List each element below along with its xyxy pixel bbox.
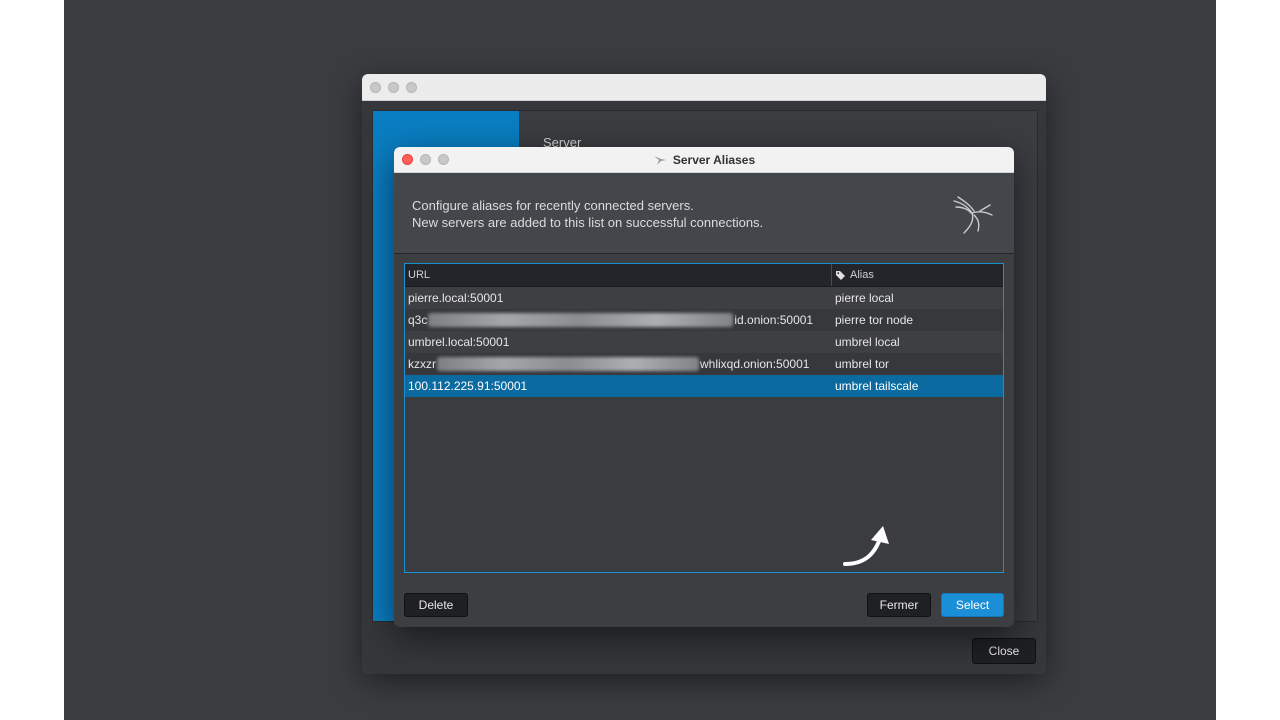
column-header-url[interactable]: URL [405, 264, 832, 286]
dialog-title-text: Server Aliases [672, 152, 756, 167]
table-body: pierre.local:50001 pierre local q3c id.o… [405, 287, 1003, 397]
url-text-start: q3c [408, 313, 428, 327]
url-cell[interactable]: 100.112.225.91:50001 [405, 375, 832, 397]
url-text: pierre.local:50001 [408, 291, 504, 305]
curved-arrow-icon [843, 526, 889, 566]
table-row[interactable]: pierre.local:50001 pierre local [405, 287, 1003, 309]
url-text-end: id.onion:50001 [734, 313, 814, 327]
alias-cell[interactable]: umbrel tailscale [832, 375, 1003, 397]
column-header-alias[interactable]: Alias [832, 264, 1003, 286]
dialog-title: Server Aliases [653, 153, 755, 167]
column-header-alias-label: Alias [850, 269, 874, 281]
url-cell[interactable]: kzxzr whlixqd.onion:50001 [405, 353, 832, 375]
dialog-close-window-button[interactable] [402, 154, 413, 165]
redacted-url-segment [428, 313, 734, 327]
window-controls [370, 82, 417, 93]
zoom-window-button[interactable] [406, 82, 417, 93]
table-row-selected[interactable]: 100.112.225.91:50001 umbrel tailscale [405, 375, 1003, 397]
description-line-1: Configure aliases for recently connected… [412, 198, 694, 213]
dialog-titlebar: Server Aliases [394, 147, 1014, 173]
redacted-url-segment [437, 357, 699, 371]
url-cell[interactable]: umbrel.local:50001 [405, 331, 832, 353]
url-text: umbrel.local:50001 [408, 335, 510, 349]
dialog-header: Configure aliases for recently connected… [394, 173, 1014, 254]
table-row[interactable]: q3c id.onion:50001 pierre tor node [405, 309, 1003, 331]
url-text-end: whlixqd.onion:50001 [700, 357, 810, 371]
tag-icon [836, 270, 845, 280]
background-titlebar [362, 74, 1046, 101]
sparrow-icon [653, 155, 666, 165]
url-text-start: kzxzr [408, 357, 436, 371]
dialog-window-controls [402, 154, 449, 165]
fermer-button[interactable]: Fermer [867, 593, 931, 617]
dialog-description: Configure aliases for recently connected… [412, 197, 763, 231]
desktop: Server Close Server Aliases Configure al… [64, 0, 1216, 720]
table-header: URL Alias [405, 264, 1003, 287]
sparrow-logo-icon [953, 196, 993, 234]
url-cell[interactable]: q3c id.onion:50001 [405, 309, 832, 331]
close-button[interactable]: Close [972, 638, 1036, 664]
url-text: 100.112.225.91:50001 [408, 379, 528, 393]
table-row[interactable]: kzxzr whlixqd.onion:50001 umbrel tor [405, 353, 1003, 375]
url-cell[interactable]: pierre.local:50001 [405, 287, 832, 309]
table-row[interactable]: umbrel.local:50001 umbrel local [405, 331, 1003, 353]
close-window-button[interactable] [370, 82, 381, 93]
alias-cell[interactable]: pierre local [832, 287, 1003, 309]
description-line-2: New servers are added to this list on su… [412, 215, 764, 230]
dialog-zoom-window-button[interactable] [438, 154, 449, 165]
minimize-window-button[interactable] [388, 82, 399, 93]
dialog-minimize-window-button[interactable] [420, 154, 431, 165]
select-button[interactable]: Select [941, 593, 1004, 617]
alias-cell[interactable]: umbrel local [832, 331, 1003, 353]
alias-cell[interactable]: umbrel tor [832, 353, 1003, 375]
aliases-table: URL Alias pierre.local:50001 pierre loca… [404, 263, 1004, 573]
alias-cell[interactable]: pierre tor node [832, 309, 1003, 331]
delete-button[interactable]: Delete [404, 593, 468, 617]
server-aliases-dialog: Server Aliases Configure aliases for rec… [394, 147, 1014, 627]
